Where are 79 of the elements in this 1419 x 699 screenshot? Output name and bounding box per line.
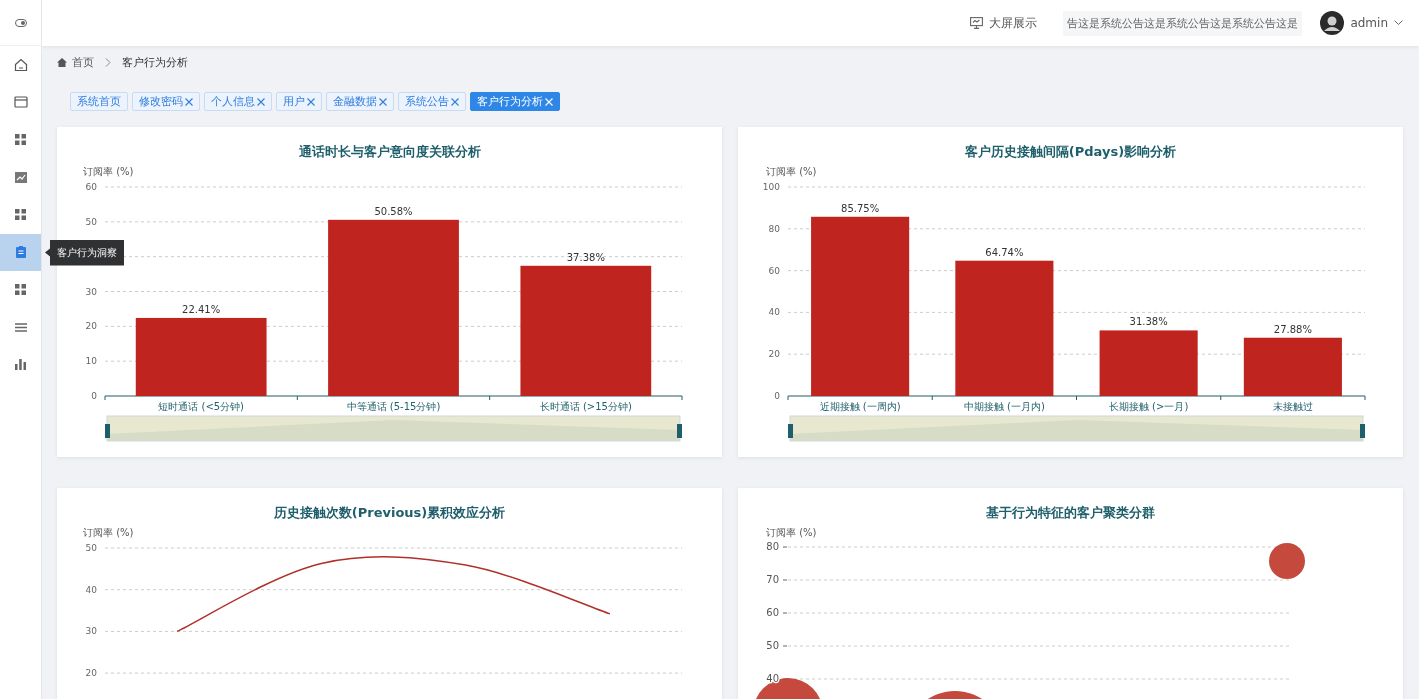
bar-chart-icon xyxy=(15,359,26,371)
axis-tick-label: 60 xyxy=(766,607,779,618)
home-icon xyxy=(57,58,67,67)
close-icon[interactable] xyxy=(451,97,459,106)
card-icon xyxy=(13,96,28,109)
axis-tick-label: 20 xyxy=(768,349,780,360)
axis-tick-label: 0 xyxy=(91,391,97,401)
value-label: 27.88% xyxy=(1273,323,1312,335)
line-chart-icon xyxy=(14,171,27,183)
tab[interactable]: 系统公告 xyxy=(398,92,466,111)
tab[interactable]: 修改密码 xyxy=(132,92,200,111)
close-icon[interactable] xyxy=(257,97,265,106)
axis-tick-label: 30 xyxy=(85,286,97,297)
value-label: 64.74% xyxy=(985,246,1024,258)
grid-icon xyxy=(15,134,26,146)
axis-tick-label: 100 xyxy=(762,182,780,192)
axis-title: 订阅率 (%) xyxy=(83,528,134,538)
axis-tick-label: 20 xyxy=(85,668,97,679)
value-label: 85.75% xyxy=(841,202,880,214)
notice-marquee: 告这是系统公告这是系统公告这是系统公告这是 xyxy=(1063,10,1303,36)
axis-tick-label: 40 xyxy=(766,673,779,684)
axis-tick-label: 50 xyxy=(85,216,97,227)
axis-tick-label: 50 xyxy=(85,543,97,553)
close-icon[interactable] xyxy=(379,97,387,106)
range-slider[interactable] xyxy=(105,415,682,442)
chevron-down-icon xyxy=(1394,20,1403,26)
value-label: 22.41% xyxy=(182,303,221,315)
clipboard-icon xyxy=(15,246,26,259)
value-label: 37.38% xyxy=(566,251,605,263)
axis-tick-label: 0 xyxy=(774,391,780,401)
breadcrumb-item[interactable]: 首页 xyxy=(72,55,94,70)
tab[interactable]: 系统首页 xyxy=(70,92,128,111)
chart-title: 基于行为特征的客户聚类分群 xyxy=(985,504,1156,522)
axis-tick-label: 40 xyxy=(768,307,780,318)
axis-tick-label: 30 xyxy=(85,626,97,637)
category-label: 长期接触 (>一月) xyxy=(1108,401,1189,412)
axis-tick-label: 80 xyxy=(768,223,780,234)
axis-tick-label: 70 xyxy=(766,574,779,585)
range-slider[interactable] xyxy=(788,415,1365,442)
category-label: 长时通话 (>15分钟) xyxy=(539,401,632,412)
axis-tick-label: 80 xyxy=(766,541,779,552)
axis-tick-label: 60 xyxy=(768,265,780,276)
axis-title: 订阅率 (%) xyxy=(766,167,817,177)
tab[interactable]: 金融数据 xyxy=(326,92,394,111)
big-screen-label: 大屏展示 xyxy=(989,14,1038,32)
toggle-icon[interactable] xyxy=(14,18,27,27)
grid-icon xyxy=(15,209,26,221)
axis-tick-label: 60 xyxy=(85,182,97,192)
close-icon[interactable] xyxy=(185,97,193,106)
chart-title: 历史接触次数(Previous)累积效应分析 xyxy=(272,504,507,522)
tab[interactable]: 个人信息 xyxy=(204,92,272,111)
axis-title: 订阅率 (%) xyxy=(766,528,817,538)
monitor-icon xyxy=(970,17,984,29)
tooltip: 客户行为洞察 xyxy=(45,239,124,266)
big-screen-button[interactable]: 大屏展示 xyxy=(970,14,1038,32)
user-menu[interactable]: admin xyxy=(1320,11,1403,35)
category-label: 中期接触 (一月内) xyxy=(963,401,1045,412)
axis-tick-label: 20 xyxy=(85,321,97,332)
axis-tick-label: 10 xyxy=(85,356,97,367)
breadcrumb-item: 客户行为分析 xyxy=(122,55,188,70)
avatar-icon xyxy=(1320,11,1345,35)
category-label: 近期接触 (一周内) xyxy=(819,401,901,412)
close-icon[interactable] xyxy=(307,97,315,106)
category-label: 短时通话 (<5分钟) xyxy=(158,401,245,412)
axis-tick-label: 50 xyxy=(766,640,779,651)
grid-icon xyxy=(15,284,26,296)
value-label: 31.38% xyxy=(1129,316,1168,328)
category-label: 未接触过 xyxy=(1272,401,1313,412)
list-icon xyxy=(14,322,27,332)
chevron-right-icon xyxy=(105,58,111,67)
tab[interactable]: 用户 xyxy=(276,92,322,111)
axis-tick-label: 40 xyxy=(85,584,97,595)
chart-title: 通话时长与客户意向度关联分析 xyxy=(297,143,482,161)
value-label: 50.58% xyxy=(374,205,413,217)
axis-title: 订阅率 (%) xyxy=(83,167,134,177)
home-icon xyxy=(13,57,28,72)
category-label: 中等通话 (5-15分钟) xyxy=(346,401,441,412)
chart-title: 客户历史接触间隔(Pdays)影响分析 xyxy=(963,143,1178,161)
tab[interactable]: 客户行为分析 xyxy=(470,92,560,111)
